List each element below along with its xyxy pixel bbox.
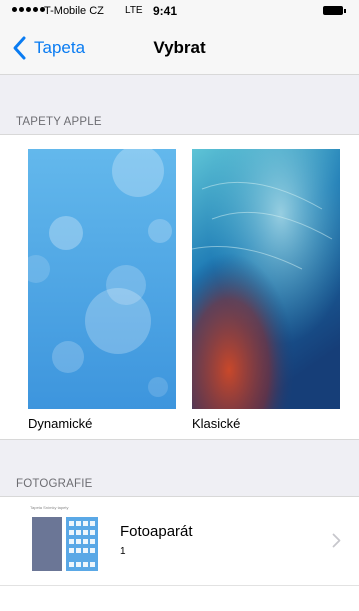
classic-wallpaper-thumbnail	[192, 149, 340, 409]
back-button-label: Tapeta	[34, 38, 86, 57]
wallpaper-classic-option[interactable]: Klasické	[192, 149, 340, 431]
apple-wallpapers-panel: Dynamické Klasické	[0, 134, 359, 440]
wallpaper-dynamic-label: Dynamické	[28, 416, 93, 431]
wallpaper-classic-label: Klasické	[192, 416, 241, 431]
chevron-right-icon	[332, 533, 341, 548]
section-header-photos-label: FOTOGRAFIE	[16, 478, 93, 490]
dynamic-wallpaper-thumbnail	[28, 149, 176, 409]
carrier-name: T-Mobile CZ	[44, 5, 104, 17]
battery-icon	[323, 6, 346, 15]
section-header-apple-label: TAPETY APPLE	[16, 116, 102, 128]
status-bar: T-Mobile CZ LTE 9:41	[0, 0, 359, 22]
wallpaper-dynamic-option[interactable]: Dynamické	[28, 149, 176, 431]
network-type: LTE	[125, 5, 143, 16]
chevron-left-icon	[13, 36, 26, 60]
album-name: Fotoaparát	[120, 523, 193, 540]
section-header-photos: FOTOGRAFIE	[0, 466, 359, 496]
album-thumbnail-image	[32, 517, 98, 571]
back-button[interactable]: Tapeta	[10, 34, 85, 62]
album-thumbnail: Tapeta Snímky tapety	[30, 505, 102, 577]
status-time: 9:41	[153, 4, 178, 18]
photo-albums-panel: Tapeta Snímky tapety Fotoaparát 1	[0, 496, 359, 611]
section-header-apple: TAPETY APPLE	[0, 104, 359, 134]
album-count: 1	[120, 546, 126, 557]
signal-strength-icon	[12, 7, 45, 12]
album-row-camera[interactable]: Tapeta Snímky tapety Fotoaparát 1	[0, 497, 359, 586]
navigation-bar: Tapeta Vybrat	[0, 22, 359, 75]
